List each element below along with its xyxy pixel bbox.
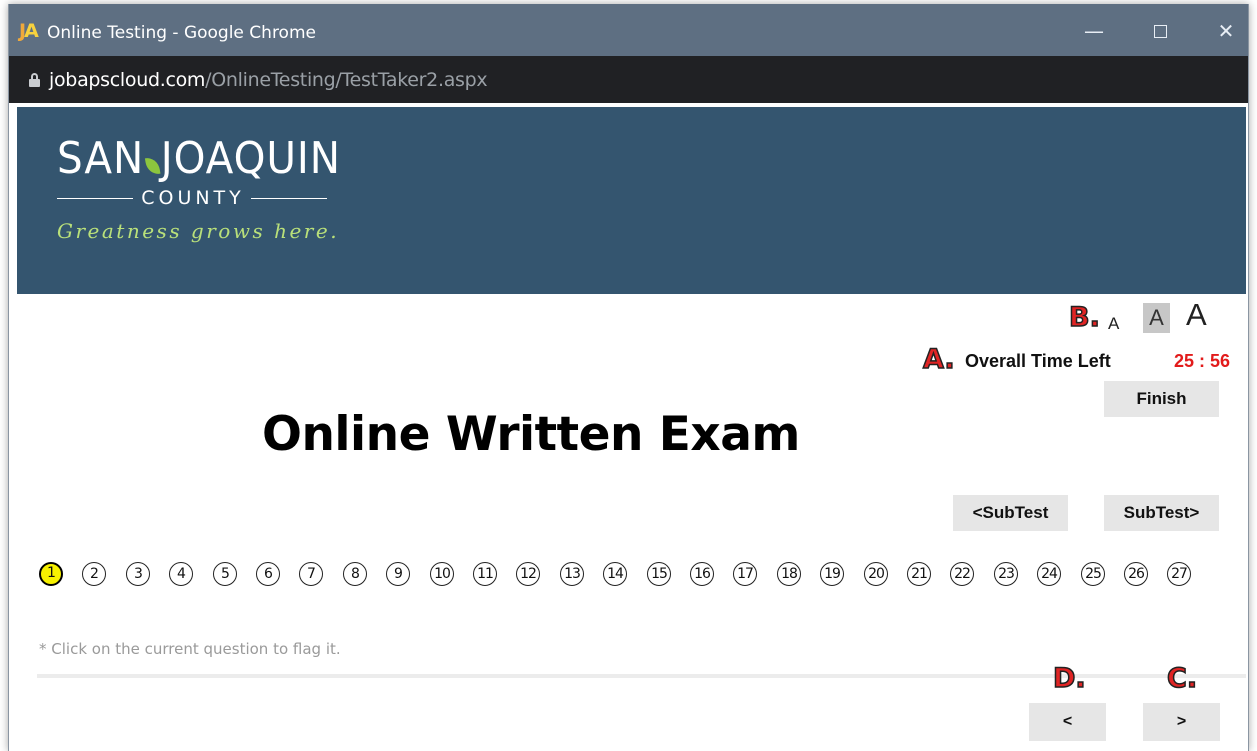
question-20-button[interactable]: 20 <box>864 562 888 586</box>
url-text[interactable]: jobapscloud.com/OnlineTesting/TestTaker2… <box>49 69 488 91</box>
question-11-button[interactable]: 11 <box>473 562 497 586</box>
question-21-button[interactable]: 21 <box>907 562 931 586</box>
annotation-a: A. <box>922 343 955 376</box>
browser-window: JA Online Testing - Google Chrome — ✕ jo… <box>8 4 1249 751</box>
question-23-button[interactable]: 23 <box>994 562 1018 586</box>
time-left-value: 25 : 56 <box>1174 351 1231 371</box>
window-title: Online Testing - Google Chrome <box>47 23 316 43</box>
question-2-button[interactable]: 2 <box>82 562 106 586</box>
page-title: Online Written Exam <box>262 407 800 462</box>
previous-question-button[interactable]: < <box>1029 703 1106 741</box>
question-5-button[interactable]: 5 <box>213 562 237 586</box>
question-7-button[interactable]: 7 <box>299 562 323 586</box>
font-size-large-button[interactable]: A <box>1186 297 1207 333</box>
flag-hint: * Click on the current question to flag … <box>39 640 341 658</box>
logo-county-text: COUNTY <box>141 187 245 209</box>
question-24-button[interactable]: 24 <box>1037 562 1061 586</box>
question-8-button[interactable]: 8 <box>343 562 367 586</box>
logo-word-san: SAN <box>57 133 145 184</box>
font-size-small-button[interactable]: A <box>1108 314 1119 334</box>
address-bar[interactable]: jobapscloud.com/OnlineTesting/TestTaker2… <box>9 56 1248 103</box>
lock-icon[interactable] <box>29 73 40 87</box>
question-3-button[interactable]: 3 <box>126 562 150 586</box>
question-16-button[interactable]: 16 <box>690 562 714 586</box>
question-6-button[interactable]: 6 <box>256 562 280 586</box>
logo-tagline: Greatness grows here. <box>57 219 340 243</box>
next-question-button[interactable]: > <box>1143 703 1220 741</box>
question-10-button[interactable]: 10 <box>430 562 454 586</box>
leaf-icon <box>144 155 161 177</box>
header-banner: SAN JOAQUIN COUNTY Greatness grows here. <box>17 107 1246 294</box>
close-button[interactable]: ✕ <box>1203 14 1249 48</box>
question-9-button[interactable]: 9 <box>386 562 410 586</box>
question-13-button[interactable]: 13 <box>560 562 584 586</box>
url-host: jobapscloud.com <box>49 69 206 91</box>
maximize-icon <box>1153 24 1167 38</box>
question-22-button[interactable]: 22 <box>950 562 974 586</box>
previous-subtest-button[interactable]: <SubTest <box>953 495 1068 531</box>
font-size-medium-button[interactable]: A <box>1143 303 1170 333</box>
question-1-button[interactable]: 1 <box>39 562 63 586</box>
minimize-button[interactable]: — <box>1071 14 1117 48</box>
time-left-label: Overall Time Left <box>965 351 1111 371</box>
logo-word-joaquin: JOAQUIN <box>160 133 341 184</box>
annotation-c: C. <box>1166 662 1198 695</box>
question-14-button[interactable]: 14 <box>603 562 627 586</box>
annotation-d: D. <box>1052 662 1086 695</box>
maximize-button[interactable] <box>1137 14 1183 48</box>
url-path: /OnlineTesting/TestTaker2.aspx <box>205 69 488 91</box>
question-26-button[interactable]: 26 <box>1124 562 1148 586</box>
question-17-button[interactable]: 17 <box>733 562 757 586</box>
question-19-button[interactable]: 19 <box>820 562 844 586</box>
question-12-button[interactable]: 12 <box>516 562 540 586</box>
question-27-button[interactable]: 27 <box>1167 562 1191 586</box>
page-content: SAN JOAQUIN COUNTY Greatness grows here. … <box>17 107 1246 751</box>
next-subtest-button[interactable]: SubTest> <box>1104 495 1219 531</box>
county-logo: SAN JOAQUIN COUNTY Greatness grows here. <box>57 135 366 243</box>
logo-wordmark: SAN JOAQUIN <box>57 135 341 183</box>
question-25-button[interactable]: 25 <box>1081 562 1105 586</box>
question-4-button[interactable]: 4 <box>169 562 193 586</box>
title-bar: JA Online Testing - Google Chrome — ✕ <box>9 4 1248 56</box>
question-15-button[interactable]: 15 <box>647 562 671 586</box>
annotation-b: B. <box>1068 301 1100 334</box>
logo-county: COUNTY <box>57 187 327 209</box>
app-logo-icon: JA <box>19 20 39 42</box>
finish-button[interactable]: Finish <box>1104 381 1219 417</box>
question-18-button[interactable]: 18 <box>777 562 801 586</box>
